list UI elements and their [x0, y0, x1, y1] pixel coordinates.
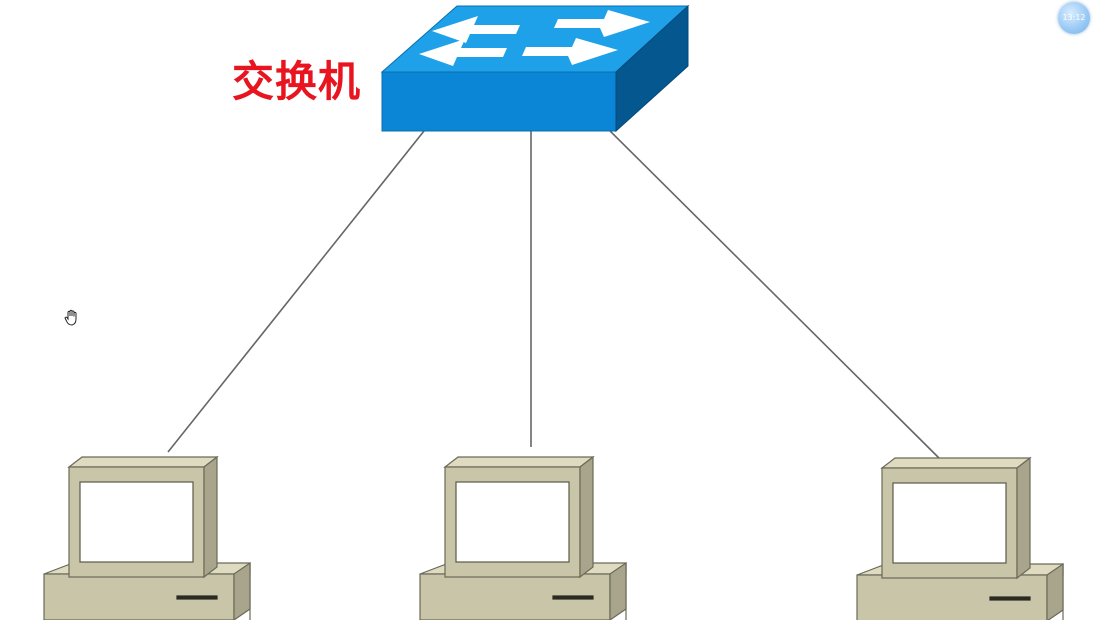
computer-icon — [856, 456, 1064, 620]
link-switch-host-1 — [167, 130, 425, 453]
network-switch-icon — [380, 4, 690, 133]
monitor-side — [203, 455, 218, 579]
switch-label: 交换机 — [232, 57, 362, 106]
computer-drive-slot — [176, 595, 218, 600]
hosts — [43, 455, 1064, 620]
timer-badge[interactable]: 13:12 — [1058, 2, 1090, 34]
computer-drive-slot — [989, 596, 1031, 601]
diagram-canvas — [43, 4, 1064, 620]
computer-icon — [419, 455, 627, 620]
computer-icon — [43, 455, 251, 620]
hand-cursor-icon — [64, 309, 77, 326]
monitor-screen — [455, 481, 570, 563]
monitor-screen — [79, 481, 194, 563]
link-switch-host-3 — [599, 120, 943, 462]
monitor-side — [1016, 456, 1031, 580]
switch-front-face — [381, 71, 617, 132]
monitor-screen — [892, 482, 1007, 564]
computer-drive-slot — [552, 595, 594, 600]
monitor-side — [579, 455, 594, 579]
monitor-top — [880, 457, 1032, 469]
links — [167, 120, 943, 462]
network-diagram: 交换机 13:12 — [0, 0, 1096, 620]
monitor-top — [443, 456, 595, 468]
monitor-top — [67, 456, 219, 468]
